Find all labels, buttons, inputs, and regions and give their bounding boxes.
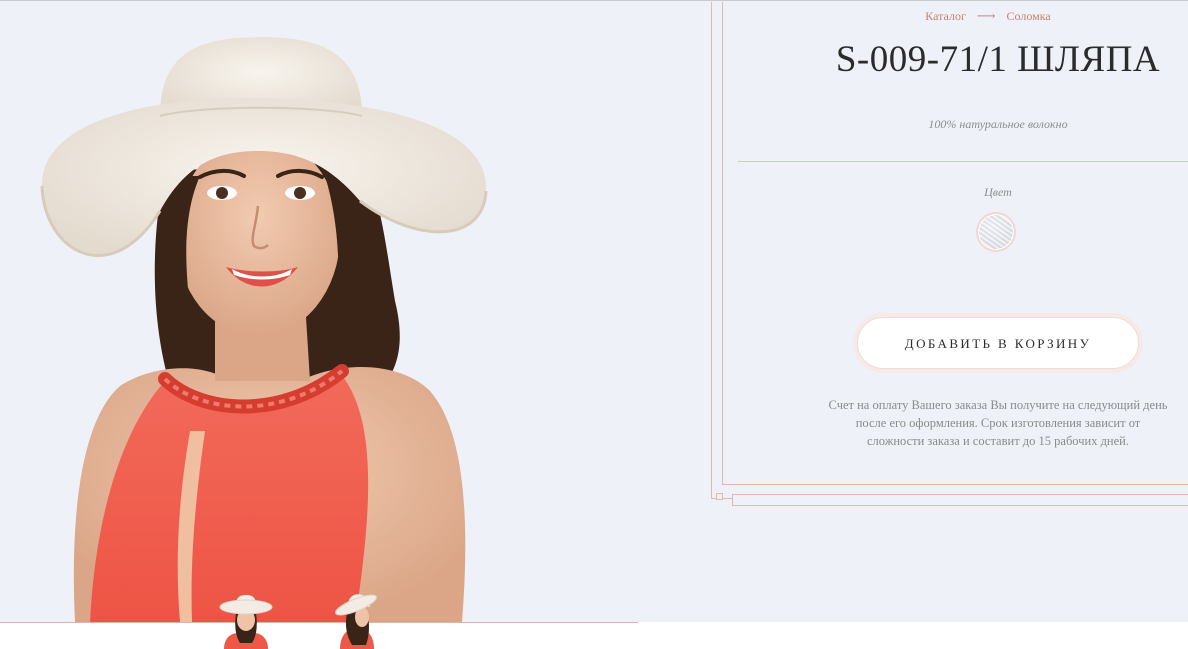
order-info-note: Счет на оплату Вашего заказа Вы получите… (828, 398, 1168, 448)
thumbnail-strip (0, 622, 1188, 649)
divider (738, 161, 1188, 162)
frame-line (732, 494, 1188, 495)
thumbnail-strip-line (0, 622, 638, 623)
frame-corner-ornament (716, 493, 723, 500)
breadcrumb: Каталог ⟶ Соломка (850, 8, 1126, 24)
frame-line (722, 2, 723, 484)
breadcrumb-link-straw[interactable]: Соломка (1007, 9, 1051, 23)
add-to-cart-button[interactable]: ДОБАВИТЬ В КОРЗИНУ (857, 317, 1139, 369)
frame-line (732, 505, 1188, 506)
frame-line (722, 484, 1188, 485)
product-material: 100% натуральное волокно (928, 117, 1068, 131)
color-label: Цвет (984, 185, 1012, 199)
product-photo (0, 1, 710, 622)
breadcrumb-link-catalog[interactable]: Каталог (925, 9, 966, 23)
thumbnail-front-view[interactable] (216, 587, 276, 649)
arrow-right-icon: ⟶ (976, 8, 996, 23)
color-swatch-white-straw[interactable] (976, 212, 1016, 252)
product-title: S-009-71/1 ШЛЯПА (835, 39, 1161, 80)
thumbnail-side-view[interactable] (326, 587, 386, 649)
frame-line (711, 2, 712, 499)
